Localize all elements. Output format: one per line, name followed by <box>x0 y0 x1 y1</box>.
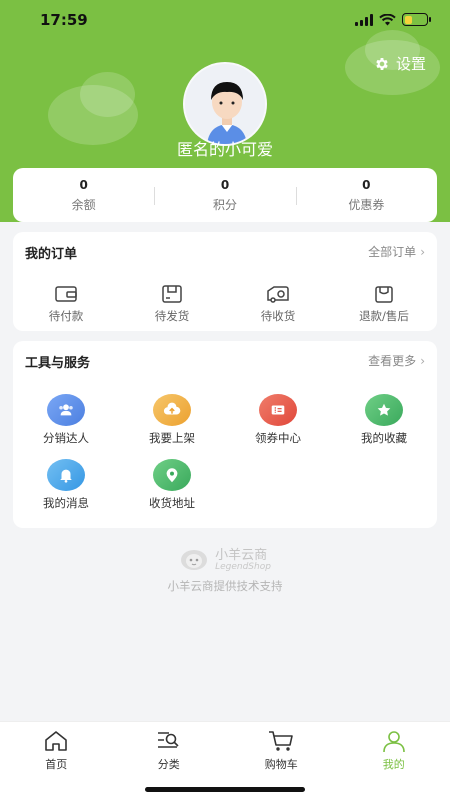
tool-distributor[interactable]: 分销达人 <box>13 394 119 459</box>
status-bar: 17:59 <box>0 0 450 40</box>
order-label: 退款/售后 <box>359 309 409 323</box>
wallet-icon <box>55 286 77 302</box>
home-indicator <box>145 787 305 792</box>
cart-icon <box>269 731 294 751</box>
cloud-decoration <box>80 72 135 117</box>
status-time: 17:59 <box>40 11 88 29</box>
tab-label: 分类 <box>157 758 180 771</box>
order-label: 待付款 <box>48 309 84 323</box>
cellular-signal-icon <box>355 13 373 26</box>
tab-label: 首页 <box>45 758 68 771</box>
stat-label: 积分 <box>212 198 237 212</box>
tool-favorites[interactable]: 我的收藏 <box>331 394 437 459</box>
order-refund-aftersale[interactable]: 退款/售后 <box>331 284 437 324</box>
tab-mine[interactable]: 我的 <box>338 722 450 800</box>
stat-balance[interactable]: 0 余额 <box>13 177 154 213</box>
stat-coupons[interactable]: 0 优惠券 <box>295 177 437 213</box>
settings-button[interactable]: 设置 <box>374 53 426 74</box>
package-icon <box>162 285 182 303</box>
brand-name: 小羊云商 <box>215 547 268 563</box>
category-search-icon <box>157 732 179 748</box>
location-pin-icon <box>153 459 191 491</box>
delivery-icon <box>267 286 289 303</box>
tool-label: 我的消息 <box>43 496 89 510</box>
avatar-illustration-icon <box>185 64 265 144</box>
order-pending-receipt[interactable]: 待收货 <box>225 284 331 324</box>
account-stats-card: 0 余额 0 积分 0 优惠券 <box>13 168 437 222</box>
order-label: 待发货 <box>154 309 190 323</box>
bell-icon <box>47 459 85 491</box>
upload-cloud-icon <box>153 394 191 426</box>
settings-label: 设置 <box>395 55 426 73</box>
stat-value: 0 <box>79 178 88 192</box>
stat-label: 优惠券 <box>348 198 385 212</box>
refund-icon <box>375 286 393 303</box>
tool-list-product[interactable]: 我要上架 <box>119 394 225 459</box>
tab-home[interactable]: 首页 <box>0 722 113 800</box>
battery-icon <box>402 13 431 26</box>
all-orders-label: 全部订单 <box>368 245 417 259</box>
tool-label: 我的收藏 <box>361 431 407 445</box>
distributor-icon <box>47 394 85 426</box>
tool-coupon-center[interactable]: 领券中心 <box>225 394 331 459</box>
powered-by-footer: 小羊云商 LegendShop 小羊云商提供技术支持 <box>0 547 450 594</box>
tab-label: 购物车 <box>264 758 298 771</box>
all-orders-link[interactable]: 全部订单 › <box>368 243 425 260</box>
avatar[interactable] <box>183 62 267 146</box>
tools-services-card: 工具与服务 查看更多 › 分销达人 我要上架 领券中心 我的收藏 我的消息 收货… <box>13 341 437 528</box>
tool-label: 分销达人 <box>43 431 89 445</box>
sheep-logo-icon <box>181 550 208 570</box>
wifi-icon <box>379 13 396 25</box>
chevron-right-icon: › <box>420 354 425 368</box>
gear-icon <box>376 57 388 70</box>
tab-label: 我的 <box>382 758 405 771</box>
orders-card: 我的订单 全部订单 › 待付款 待发货 待收货 退款/售后 <box>13 232 437 331</box>
chevron-right-icon: › <box>420 245 425 259</box>
orders-title: 我的订单 <box>25 247 78 262</box>
stat-points[interactable]: 0 积分 <box>154 177 295 213</box>
brand-subtitle: LegendShop <box>215 561 271 572</box>
tool-label: 我要上架 <box>149 431 195 445</box>
tool-address[interactable]: 收货地址 <box>119 459 225 524</box>
favorite-icon <box>365 394 403 426</box>
tool-messages[interactable]: 我的消息 <box>13 459 119 524</box>
username: 匿名的小可爱 <box>176 140 273 159</box>
coupon-icon <box>259 394 297 426</box>
stat-label: 余额 <box>71 198 96 212</box>
order-pending-payment[interactable]: 待付款 <box>13 284 119 324</box>
tool-label: 收货地址 <box>149 496 195 510</box>
order-pending-shipment[interactable]: 待发货 <box>119 284 225 324</box>
user-icon <box>382 731 405 753</box>
stat-value: 0 <box>220 178 230 192</box>
view-more-label: 查看更多 <box>368 354 417 368</box>
home-icon <box>45 731 68 751</box>
tools-title: 工具与服务 <box>25 356 91 371</box>
view-more-link[interactable]: 查看更多 › <box>368 352 425 369</box>
order-label: 待收货 <box>260 309 296 323</box>
tech-support-text: 小羊云商提供技术支持 <box>167 579 283 593</box>
stat-value: 0 <box>362 178 371 192</box>
tool-label: 领券中心 <box>255 431 301 445</box>
